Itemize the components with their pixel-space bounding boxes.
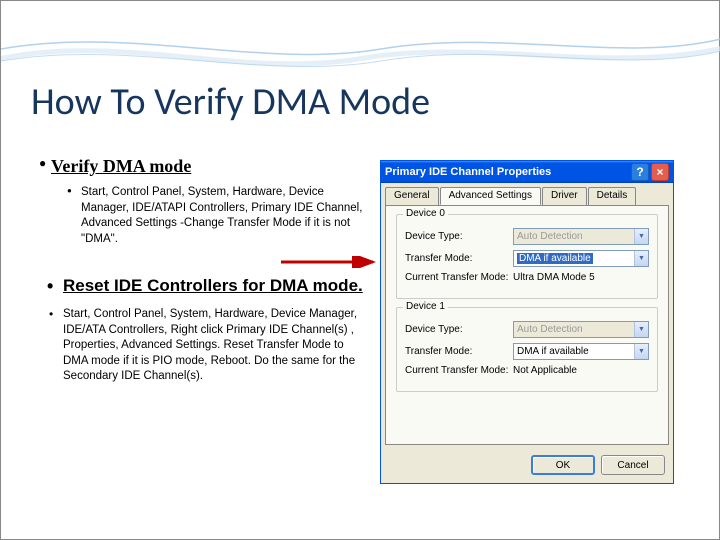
- dialog-titlebar[interactable]: Primary IDE Channel Properties ? ×: [381, 161, 673, 183]
- section2-body: Start, Control Panel, System, Hardware, …: [63, 307, 369, 385]
- dialog-button-bar: OK Cancel: [381, 449, 673, 483]
- dialog-title: Primary IDE Channel Properties: [385, 166, 551, 178]
- slide-title: How To Verify DMA Mode: [31, 79, 430, 125]
- section1-body: Start, Control Panel, System, Hardware, …: [81, 185, 369, 247]
- arrow-annotation: [281, 256, 381, 268]
- device1-mode-value: DMA if available: [517, 346, 589, 357]
- device0-type-dropdown: Auto Detection ▼: [513, 228, 649, 245]
- device1-type-label: Device Type:: [405, 324, 513, 335]
- content-column: Verify DMA mode Start, Control Panel, Sy…: [39, 156, 369, 385]
- device1-mode-label: Transfer Mode:: [405, 346, 513, 357]
- device0-mode-dropdown[interactable]: DMA if available ▼: [513, 250, 649, 267]
- tab-details[interactable]: Details: [588, 187, 637, 205]
- section2-heading: Reset IDE Controllers for DMA mode.: [63, 275, 369, 297]
- group-device1: Device 1 Device Type: Auto Detection ▼ T…: [396, 307, 658, 392]
- chevron-down-icon: ▼: [634, 229, 648, 244]
- device1-current-value: Not Applicable: [513, 365, 577, 376]
- tab-advanced-settings[interactable]: Advanced Settings: [440, 187, 541, 205]
- section1-heading: Verify DMA mode: [51, 156, 369, 177]
- device1-current-label: Current Transfer Mode:: [405, 365, 513, 376]
- help-button[interactable]: ?: [631, 163, 649, 181]
- device0-mode-label: Transfer Mode:: [405, 253, 513, 264]
- titlebar-buttons: ? ×: [631, 163, 669, 181]
- ok-button[interactable]: OK: [531, 455, 595, 475]
- tab-strip: General Advanced Settings Driver Details: [381, 183, 673, 205]
- device0-type-value: Auto Detection: [517, 231, 583, 242]
- properties-dialog: Primary IDE Channel Properties ? × Gener…: [380, 160, 674, 484]
- cancel-button[interactable]: Cancel: [601, 455, 665, 475]
- background-wave: [1, 1, 720, 91]
- chevron-down-icon[interactable]: ▼: [634, 251, 648, 266]
- device1-type-value: Auto Detection: [517, 324, 583, 335]
- chevron-down-icon[interactable]: ▼: [634, 344, 648, 359]
- group-device0: Device 0 Device Type: Auto Detection ▼ T…: [396, 214, 658, 299]
- device0-mode-value: DMA if available: [517, 253, 593, 264]
- device0-current-label: Current Transfer Mode:: [405, 272, 513, 283]
- close-button[interactable]: ×: [651, 163, 669, 181]
- group-device0-label: Device 0: [403, 208, 448, 219]
- chevron-down-icon: ▼: [634, 322, 648, 337]
- device1-mode-dropdown[interactable]: DMA if available ▼: [513, 343, 649, 360]
- tab-general[interactable]: General: [385, 187, 439, 205]
- group-device1-label: Device 1: [403, 301, 448, 312]
- tab-panel: Device 0 Device Type: Auto Detection ▼ T…: [385, 205, 669, 445]
- device0-current-value: Ultra DMA Mode 5: [513, 272, 595, 283]
- slide: How To Verify DMA Mode Verify DMA mode S…: [0, 0, 720, 540]
- device0-type-label: Device Type:: [405, 231, 513, 242]
- tab-driver[interactable]: Driver: [542, 187, 587, 205]
- device1-type-dropdown: Auto Detection ▼: [513, 321, 649, 338]
